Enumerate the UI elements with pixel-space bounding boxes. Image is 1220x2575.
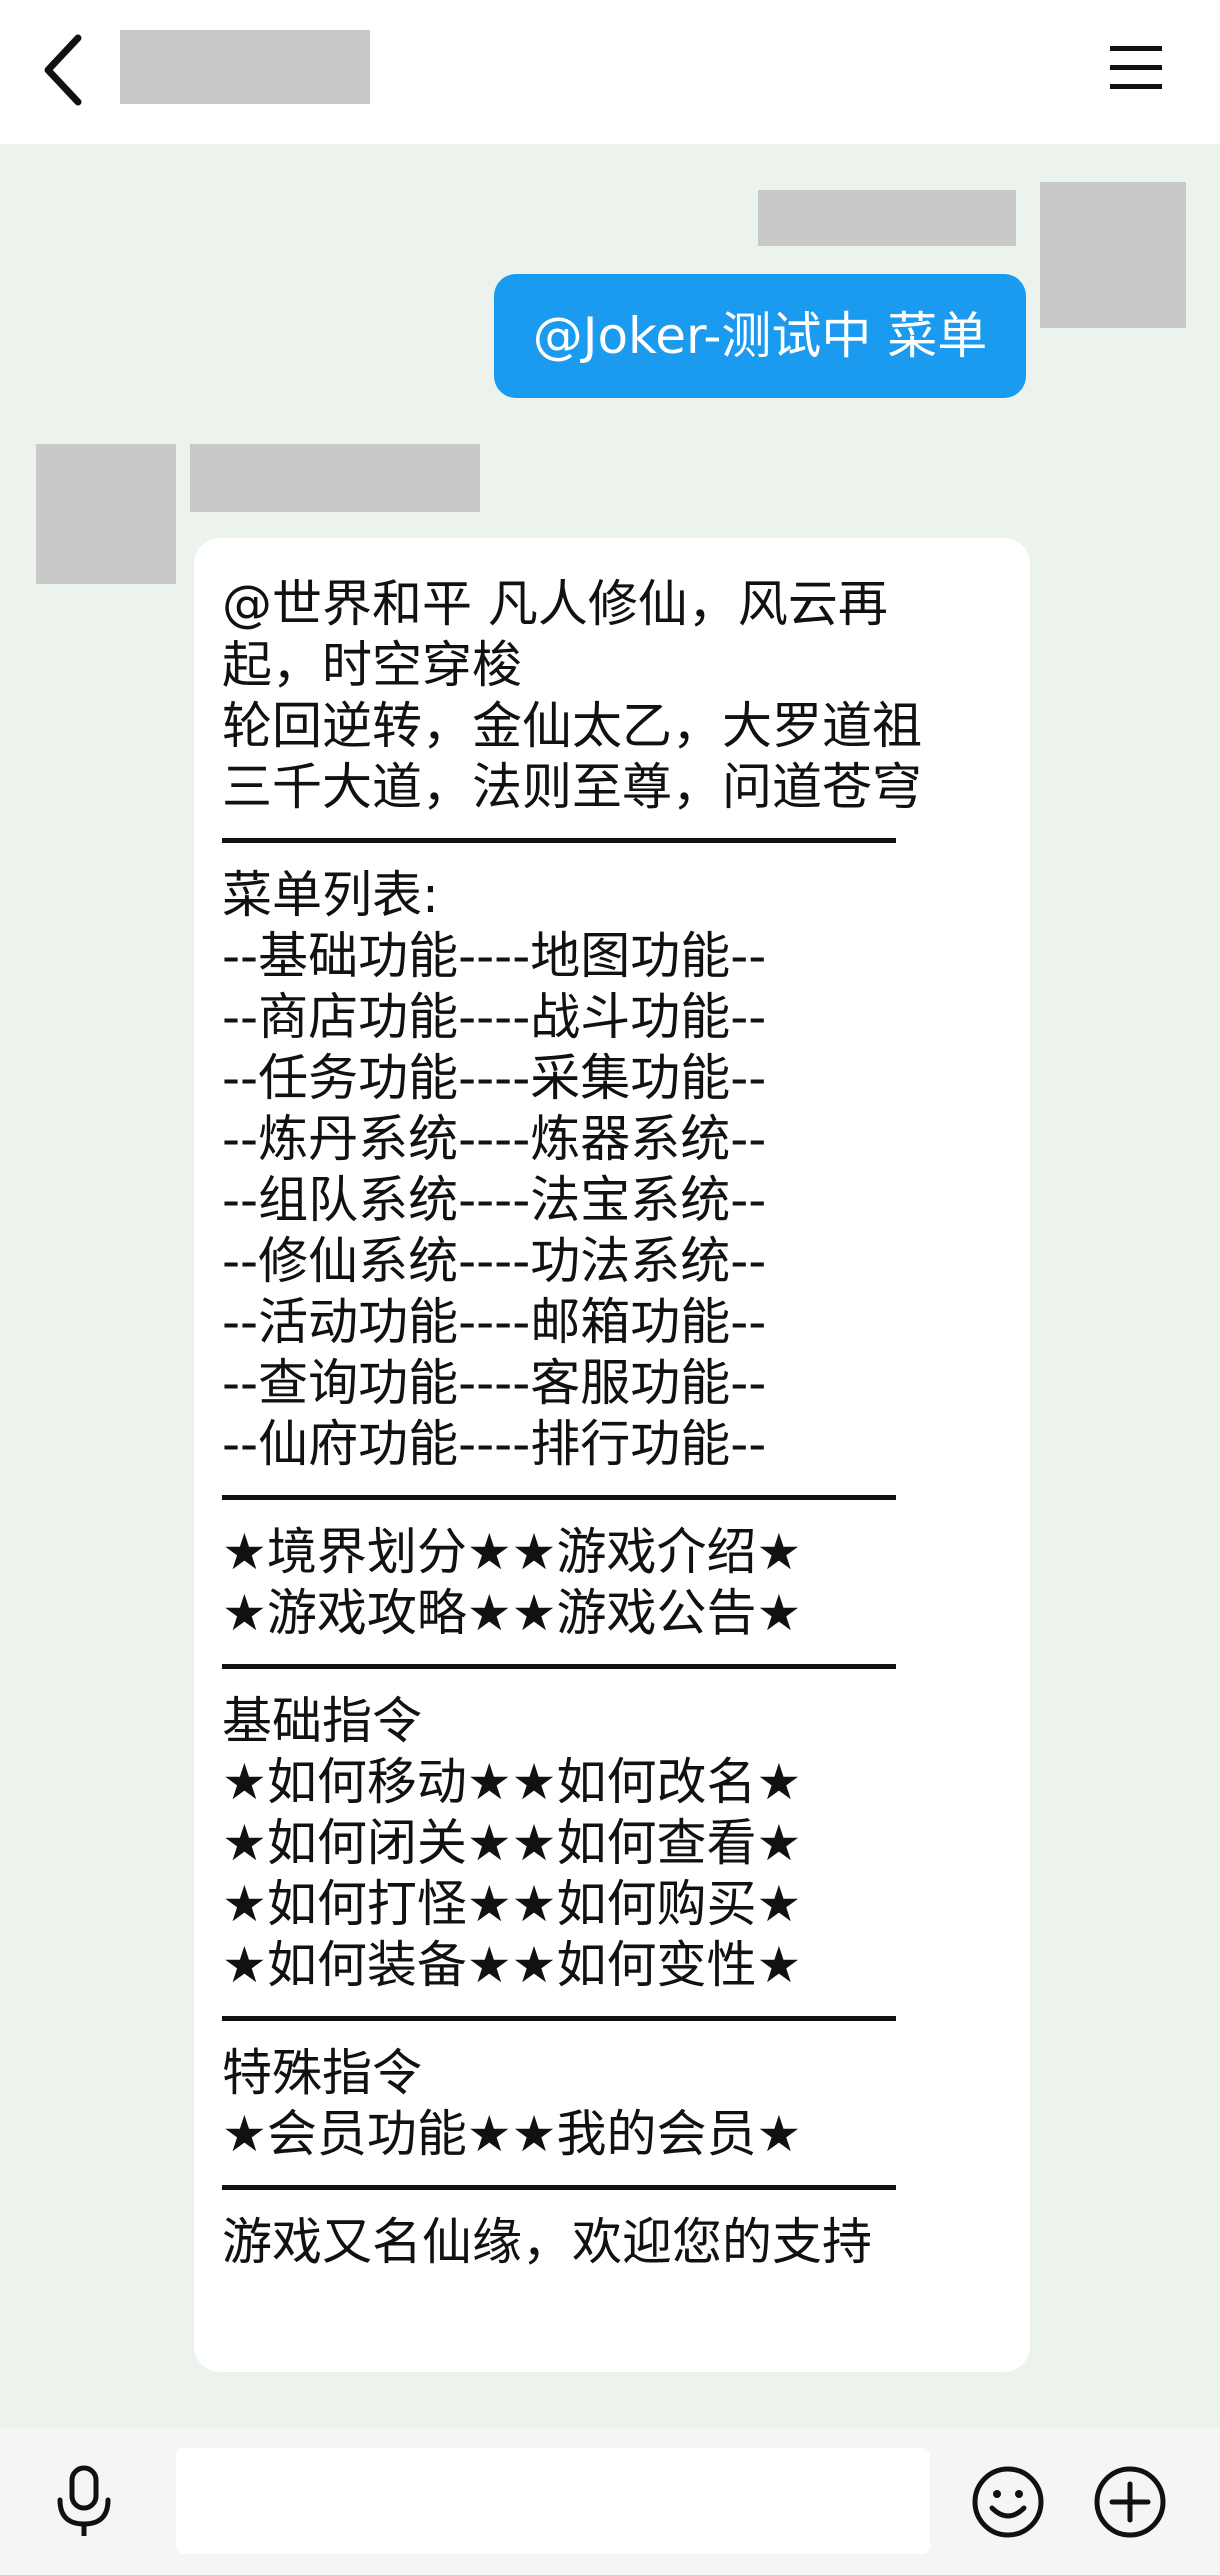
input-bar bbox=[0, 2428, 1220, 2575]
divider bbox=[222, 1664, 896, 1669]
menu-line: --仙府功能----排行功能-- bbox=[222, 1415, 767, 1473]
menu-line: --基础功能----地图功能-- bbox=[222, 927, 767, 985]
info-line: ★游戏攻略★★游戏公告★ bbox=[222, 1584, 802, 1642]
divider bbox=[222, 838, 896, 843]
menu-line: --查询功能----客服功能-- bbox=[222, 1354, 767, 1412]
menu-line: --组队系统----法宝系统-- bbox=[222, 1171, 767, 1229]
self-avatar[interactable] bbox=[1040, 182, 1186, 328]
menu-line: --活动功能----邮箱功能-- bbox=[222, 1293, 767, 1351]
basic-command-line: ★如何移动★★如何改名★ bbox=[222, 1753, 802, 1811]
microphone-icon[interactable] bbox=[48, 2464, 120, 2540]
outgoing-message-bubble[interactable]: @Joker-测试中 菜单 bbox=[494, 274, 1026, 398]
sender-name-redacted bbox=[758, 190, 1016, 246]
basic-command-line: ★如何闭关★★如何查看★ bbox=[222, 1814, 802, 1872]
bot-avatar[interactable] bbox=[36, 444, 176, 584]
top-bar bbox=[0, 0, 1220, 144]
incoming-message-bubble[interactable]: @世界和平 凡人修仙，风云再起，时空穿梭 轮回逆转，金仙太乙，大罗道祖 三千大道… bbox=[194, 538, 1030, 2372]
basic-command-line: ★如何打怪★★如何购买★ bbox=[222, 1875, 802, 1933]
plus-circle-icon[interactable] bbox=[1092, 2464, 1168, 2540]
chevron-left-icon[interactable] bbox=[36, 30, 96, 110]
intro-line: 三千大道，法则至尊，问道苍穹 bbox=[222, 758, 922, 816]
chat-title-redacted bbox=[120, 30, 370, 104]
intro-line: @世界和平 凡人修仙，风云再起，时空穿梭 bbox=[222, 575, 888, 694]
basic-commands-title: 基础指令 bbox=[222, 1692, 422, 1750]
closing-line: 游戏又名仙缘，欢迎您的支持 bbox=[222, 2213, 872, 2271]
bot-name-redacted bbox=[190, 444, 480, 512]
divider bbox=[222, 1495, 896, 1500]
menu-line: --炼丹系统----炼器系统-- bbox=[222, 1110, 767, 1168]
menu-line: --修仙系统----功法系统-- bbox=[222, 1232, 767, 1290]
intro-line: 轮回逆转，金仙太乙，大罗道祖 bbox=[222, 697, 922, 755]
divider bbox=[222, 2185, 896, 2190]
hamburger-menu-icon[interactable] bbox=[1108, 40, 1164, 96]
menu-title: 菜单列表: bbox=[222, 866, 439, 924]
smiley-icon[interactable] bbox=[970, 2464, 1046, 2540]
special-command-line: ★会员功能★★我的会员★ bbox=[222, 2105, 802, 2163]
menu-line: --任务功能----采集功能-- bbox=[222, 1049, 767, 1107]
chat-area[interactable]: @Joker-测试中 菜单 @世界和平 凡人修仙，风云再起，时空穿梭 轮回逆转，… bbox=[0, 144, 1220, 2428]
basic-command-line: ★如何装备★★如何变性★ bbox=[222, 1936, 802, 1994]
menu-line: --商店功能----战斗功能-- bbox=[222, 988, 767, 1046]
message-input[interactable] bbox=[176, 2448, 930, 2554]
special-commands-title: 特殊指令 bbox=[222, 2044, 422, 2102]
divider bbox=[222, 2016, 896, 2021]
info-line: ★境界划分★★游戏介绍★ bbox=[222, 1523, 802, 1581]
